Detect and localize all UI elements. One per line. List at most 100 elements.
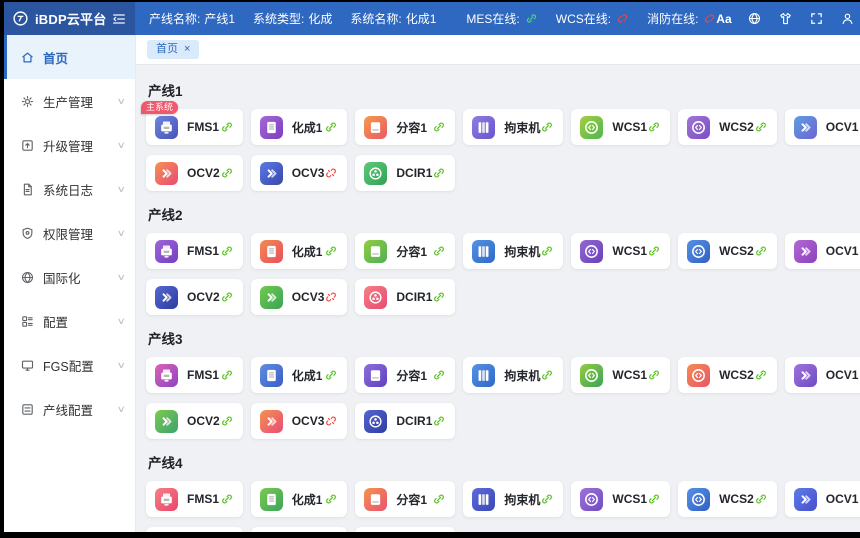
system-card-FMS1[interactable]: FMS1 主系统 (146, 109, 243, 145)
link-status-icon[interactable] (540, 492, 554, 506)
system-card-OCV3[interactable]: OCV3 (251, 279, 348, 315)
system-card-OCV1[interactable]: OCV1 (785, 357, 860, 393)
system-card-DCIR1[interactable]: DCIR1 (355, 279, 455, 315)
link-status-icon[interactable] (647, 492, 661, 506)
system-card-拘束机[interactable]: 拘束机 (463, 233, 563, 269)
system-card-分容1[interactable]: 分容1 (355, 481, 455, 517)
link-status-icon[interactable] (220, 290, 234, 304)
system-card-FMS1[interactable]: FMS1 (146, 233, 243, 269)
link-status-icon[interactable] (432, 244, 446, 258)
system-card-WCS1[interactable]: WCS1 (571, 357, 670, 393)
system-label: 拘束机 (504, 491, 540, 508)
system-card-OCV2[interactable]: OCV2 (146, 527, 243, 532)
system-card-FMS1[interactable]: FMS1 (146, 357, 243, 393)
system-card-化成1[interactable]: 化成1 (251, 233, 348, 269)
system-icon (155, 410, 178, 433)
system-card-分容1[interactable]: 分容1 (355, 357, 455, 393)
system-card-OCV3[interactable]: OCV3 (251, 403, 348, 439)
sidebar-item-FGS配置[interactable]: FGS配置 ∨ (4, 343, 135, 387)
system-card-OCV2[interactable]: OCV2 (146, 279, 243, 315)
link-status-icon[interactable] (324, 120, 338, 134)
link-status-icon[interactable] (754, 492, 768, 506)
link-status-icon[interactable] (324, 368, 338, 382)
link-status-icon[interactable] (432, 290, 446, 304)
link-status-icon[interactable] (754, 368, 768, 382)
language-icon[interactable] (747, 11, 762, 26)
theme-icon[interactable] (778, 11, 793, 26)
system-icon (364, 410, 387, 433)
system-card-OCV1[interactable]: OCV1 (785, 109, 860, 145)
system-card-WCS2[interactable]: WCS2 (678, 109, 777, 145)
link-status-icon[interactable] (324, 166, 338, 180)
link-status-icon[interactable] (432, 166, 446, 180)
link-status-icon[interactable] (324, 414, 338, 428)
fullscreen-icon[interactable] (809, 11, 824, 26)
system-card-分容1[interactable]: 分容1 (355, 109, 455, 145)
collapse-menu-icon[interactable] (111, 11, 127, 27)
sidebar-item-升级管理[interactable]: 升级管理 ∨ (4, 123, 135, 167)
system-card-拘束机[interactable]: 拘束机 (463, 109, 563, 145)
link-status-icon[interactable] (324, 290, 338, 304)
link-status-icon[interactable] (432, 368, 446, 382)
system-card-OCV1[interactable]: OCV1 (785, 481, 860, 517)
system-card-DCIR1[interactable]: DCIR1 (355, 403, 455, 439)
system-card-化成1[interactable]: 化成1 (251, 357, 348, 393)
sidebar-item-系统日志[interactable]: 系统日志 ∨ (4, 167, 135, 211)
link-status-icon[interactable] (540, 244, 554, 258)
link-status-icon[interactable] (324, 492, 338, 506)
link-status-icon[interactable] (647, 368, 661, 382)
font-size-icon[interactable]: Aa (716, 11, 731, 26)
system-card-FMS1[interactable]: FMS1 (146, 481, 243, 517)
system-card-OCV3[interactable]: OCV3 (251, 155, 348, 191)
system-card-化成1[interactable]: 化成1 (251, 481, 348, 517)
system-card-WCS1[interactable]: WCS1 (571, 109, 670, 145)
system-card-DCIR1[interactable]: DCIR1 (355, 527, 455, 532)
link-status-icon[interactable] (220, 244, 234, 258)
info-value: 化成 (308, 10, 332, 27)
link-status-icon[interactable] (540, 120, 554, 134)
system-card-WCS1[interactable]: WCS1 (571, 481, 670, 517)
system-card-化成1[interactable]: 化成1 (251, 109, 348, 145)
sidebar-item-配置[interactable]: 配置 ∨ (4, 299, 135, 343)
system-card-分容1[interactable]: 分容1 (355, 233, 455, 269)
link-status-icon[interactable] (647, 120, 661, 134)
sidebar-item-国际化[interactable]: 国际化 ∨ (4, 255, 135, 299)
link-status-icon[interactable] (647, 244, 661, 258)
sidebar-item-产线配置[interactable]: 产线配置 ∨ (4, 387, 135, 431)
link-status-icon[interactable] (754, 120, 768, 134)
system-card-WCS1[interactable]: WCS1 (571, 233, 670, 269)
system-card-WCS2[interactable]: WCS2 (678, 481, 777, 517)
system-card-WCS2[interactable]: WCS2 (678, 357, 777, 393)
system-card-OCV2[interactable]: OCV2 (146, 155, 243, 191)
sidebar-item-首页[interactable]: 首页 ∨ (4, 35, 135, 79)
system-card-WCS2[interactable]: WCS2 (678, 233, 777, 269)
sidebar-item-权限管理[interactable]: 权限管理 ∨ (4, 211, 135, 255)
system-card-OCV1[interactable]: OCV1 (785, 233, 860, 269)
link-status-icon[interactable] (220, 166, 234, 180)
system-card-拘束机[interactable]: 拘束机 (463, 357, 563, 393)
link-status-icon[interactable] (432, 414, 446, 428)
system-card-DCIR1[interactable]: DCIR1 (355, 155, 455, 191)
link-status-icon[interactable] (540, 368, 554, 382)
sidebar-item-icon (20, 226, 35, 241)
link-status-icon[interactable] (754, 244, 768, 258)
tab-close-icon[interactable]: × (184, 44, 190, 55)
link-status-icon[interactable] (220, 492, 234, 506)
link-status-icon[interactable] (220, 368, 234, 382)
system-card-OCV3[interactable]: OCV3 (251, 527, 348, 532)
app-window: iBDP云平台 产线名称: 产线1 系统类型: 化成 系统名称: 化成1 MES… (4, 2, 860, 532)
system-label: 拘束机 (504, 119, 540, 136)
tab-home[interactable]: 首页 × (147, 40, 199, 59)
link-status-icon[interactable] (432, 492, 446, 506)
system-label: WCS2 (719, 120, 754, 134)
system-card-OCV2[interactable]: OCV2 (146, 403, 243, 439)
user-icon[interactable] (840, 11, 855, 26)
chevron-down-icon: ∨ (117, 360, 126, 371)
link-status-icon[interactable] (324, 244, 338, 258)
link-status-icon[interactable] (432, 120, 446, 134)
system-card-拘束机[interactable]: 拘束机 (463, 481, 563, 517)
link-status-icon[interactable] (220, 120, 234, 134)
header-info-item: 系统名称: 化成1 (350, 10, 436, 27)
sidebar-item-生产管理[interactable]: 生产管理 ∨ (4, 79, 135, 123)
link-status-icon[interactable] (220, 414, 234, 428)
